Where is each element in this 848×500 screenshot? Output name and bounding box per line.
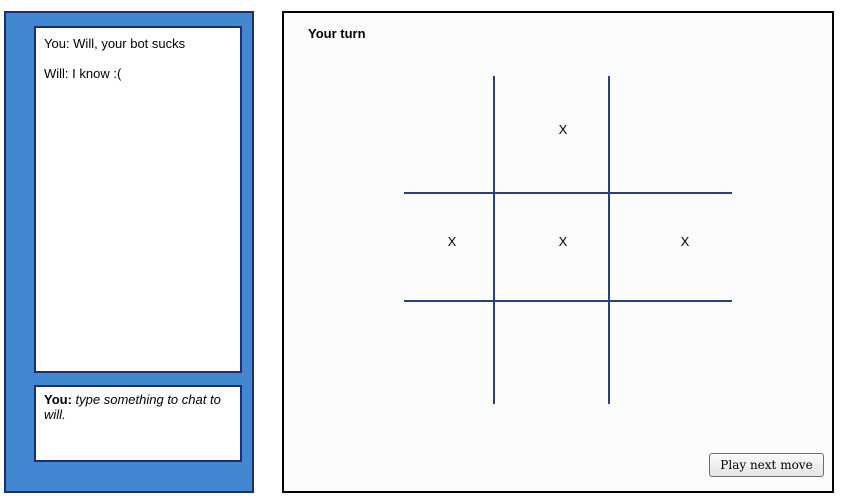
- chat-input[interactable]: You: type something to chat to will.: [34, 385, 242, 462]
- board-cell-7[interactable]: [548, 348, 578, 368]
- board-cell-2[interactable]: [670, 120, 700, 140]
- chat-input-speaker: You:: [44, 392, 72, 407]
- board-cell-1[interactable]: X: [548, 120, 578, 140]
- board-cell-5[interactable]: X: [670, 232, 700, 252]
- board-cell-3[interactable]: X: [437, 232, 467, 252]
- board-grid: [404, 76, 732, 404]
- game-panel: Your turn X X X X Play next move: [282, 11, 834, 493]
- chat-message: Will: I know :(: [44, 66, 122, 81]
- board-cell-8[interactable]: [670, 348, 700, 368]
- board-cell-6[interactable]: [437, 348, 467, 368]
- chat-panel: You: Will, your bot sucks Will: I know :…: [4, 11, 254, 493]
- board-cell-0[interactable]: [437, 120, 467, 140]
- board-cell-4[interactable]: X: [548, 232, 578, 252]
- chat-log: You: Will, your bot sucks Will: I know :…: [34, 26, 242, 373]
- chat-message: You: Will, your bot sucks: [44, 36, 186, 51]
- play-next-move-button[interactable]: Play next move: [709, 453, 824, 477]
